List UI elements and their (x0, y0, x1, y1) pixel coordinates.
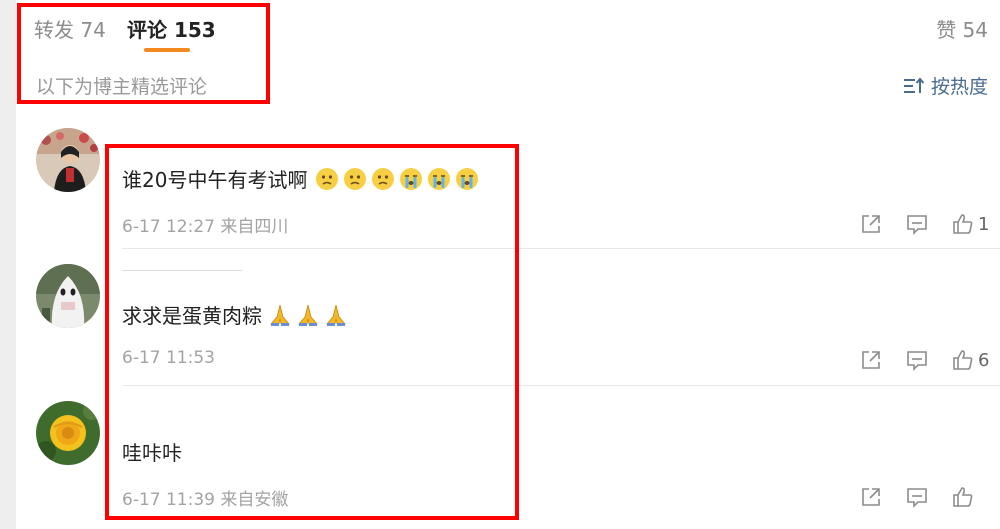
crying-face-emoji-icon (428, 167, 451, 190)
comment-body: 求求是蛋黄肉粽 (122, 304, 262, 328)
share-icon (862, 215, 880, 233)
tab-bar: 转发 74 评论 153 赞 54 (16, 0, 1000, 58)
comment-item: 谁20号中午有考试啊 6-17 12:27 来自四川 1 (16, 126, 1000, 248)
comment-actions: 6 (860, 346, 1000, 374)
worried-face-emoji-icon (344, 167, 367, 190)
comment-actions (860, 483, 1000, 511)
active-tab-indicator (144, 48, 190, 52)
sort-icon (903, 76, 925, 93)
like-count: 6 (978, 349, 990, 371)
comment-text: 哇咔咔 (122, 437, 182, 466)
comment-item: 求求是蛋黄肉粽 6-17 11:53 6 (16, 262, 1000, 384)
sort-by-hot-button[interactable]: 按热度 (903, 72, 988, 99)
thumbs-up-icon (953, 214, 973, 234)
comment-icon (907, 215, 927, 235)
comment-icon (907, 488, 927, 508)
comment-text: 谁20号中午有考试啊 (122, 164, 479, 193)
comment-divider (122, 385, 1000, 386)
comment-meta: 6-17 12:27 来自四川 (122, 217, 289, 237)
like-button[interactable]: 1 (952, 210, 989, 238)
comment-body: 哇咔咔 (122, 441, 182, 465)
tab-repost[interactable]: 转发 74 (34, 14, 106, 43)
folded-hands-emoji-icon (270, 304, 290, 326)
crying-face-emoji-icon (456, 167, 479, 190)
comment-subheader: 以下为博主精选评论 按热度 (16, 70, 1000, 104)
tab-like[interactable]: 赞 54 (936, 14, 988, 43)
comment-item: 哇咔咔 6-17 11:39 来自安徽 (16, 399, 1000, 521)
avatar[interactable] (36, 128, 100, 192)
sort-label: 按热度 (930, 76, 988, 98)
worried-face-emoji-icon (316, 167, 339, 190)
folded-hands-emoji-icon (298, 304, 318, 326)
thumbs-up-icon (953, 350, 973, 370)
reply-button[interactable] (906, 346, 928, 374)
author-name-placeholder (122, 270, 242, 271)
comment-divider (122, 248, 1000, 249)
reply-button[interactable] (906, 210, 928, 238)
share-button[interactable] (860, 346, 882, 374)
comment-meta: 6-17 11:53 (122, 348, 215, 368)
crying-face-emoji-icon (400, 167, 423, 190)
share-button[interactable] (860, 210, 882, 238)
comment-icon (907, 351, 927, 371)
like-count: 1 (978, 213, 990, 235)
tab-comment[interactable]: 评论 153 (127, 14, 216, 43)
comment-actions: 1 (860, 210, 1000, 238)
featured-comments-note: 以下为博主精选评论 (36, 76, 208, 98)
comment-meta: 6-17 11:39 来自安徽 (122, 490, 289, 510)
comment-body: 谁20号中午有考试啊 (122, 168, 308, 192)
like-button[interactable] (952, 483, 978, 511)
reply-button[interactable] (906, 483, 928, 511)
share-icon (862, 488, 880, 506)
avatar[interactable] (36, 264, 100, 328)
like-button[interactable]: 6 (952, 346, 989, 374)
emoji-group (311, 167, 479, 191)
emoji-group (264, 303, 348, 327)
worried-face-emoji-icon (372, 167, 395, 190)
comment-text: 求求是蛋黄肉粽 (122, 300, 348, 329)
folded-hands-emoji-icon (326, 304, 346, 326)
share-button[interactable] (860, 483, 882, 511)
comments-panel: 转发 74 评论 153 赞 54 以下为博主精选评论 按热度 谁20号中午有考… (16, 0, 1000, 529)
thumbs-up-icon (953, 487, 973, 507)
share-icon (862, 351, 880, 369)
avatar[interactable] (36, 401, 100, 465)
